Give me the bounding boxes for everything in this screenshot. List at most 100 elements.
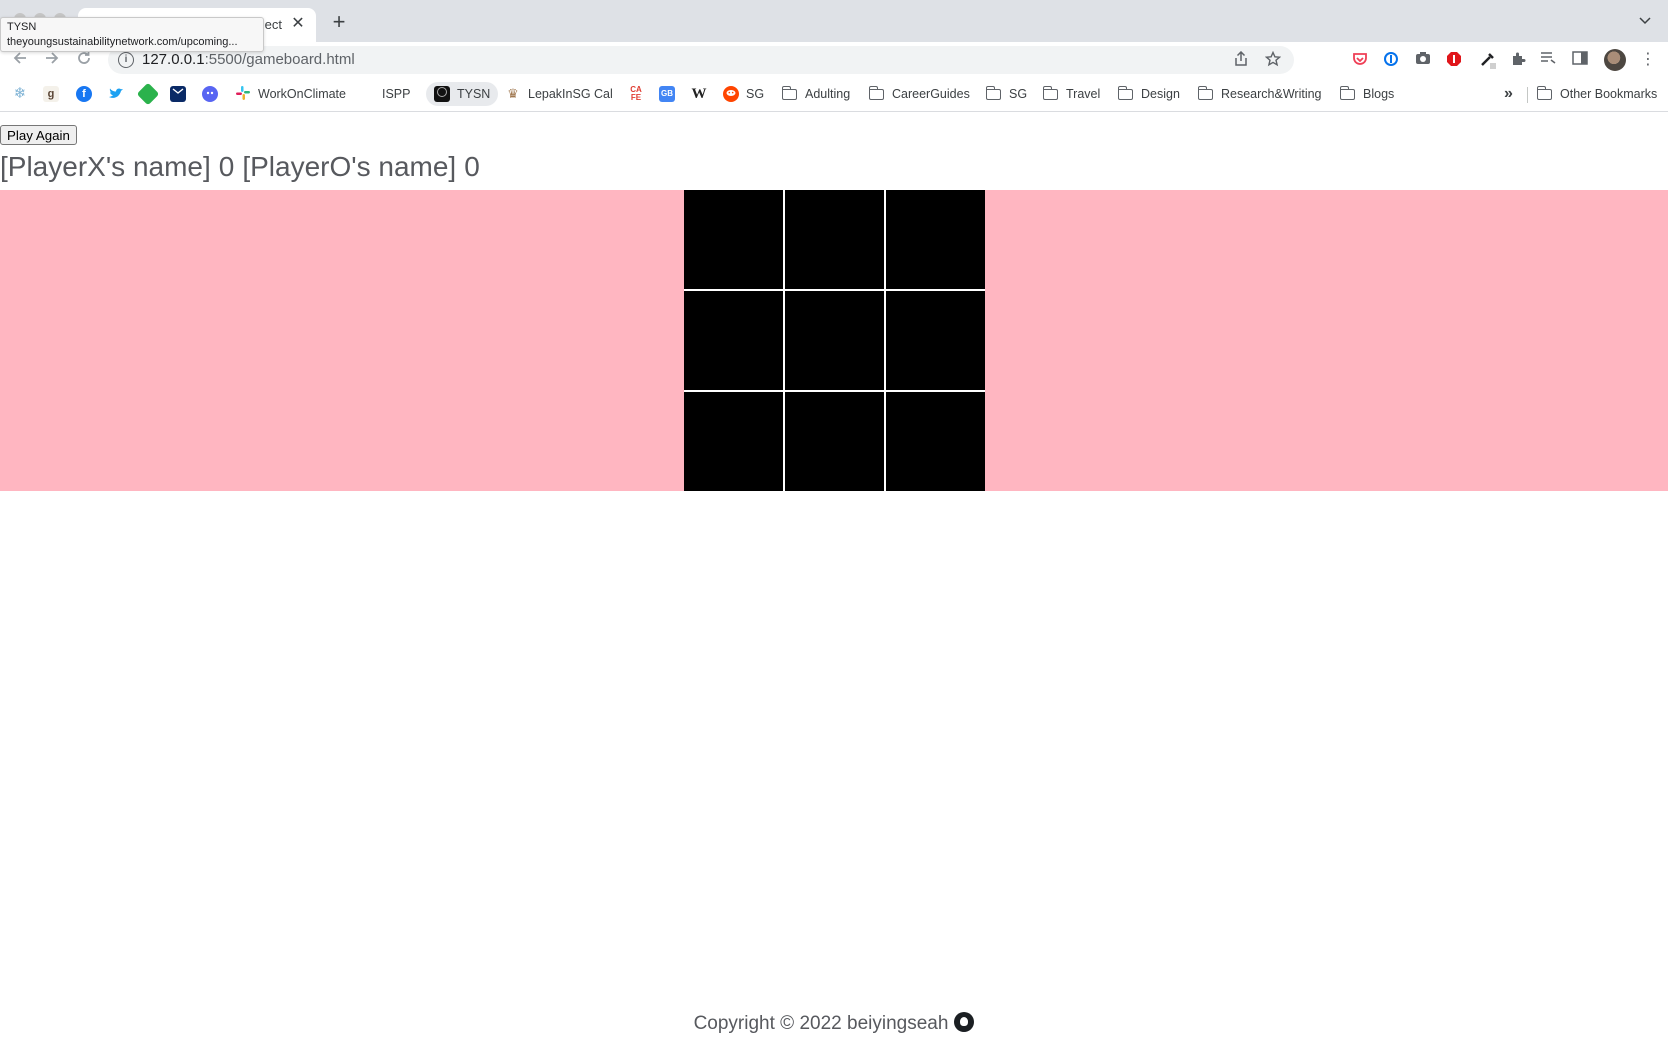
adblock-icon[interactable] bbox=[1444, 51, 1464, 71]
reddit-icon bbox=[723, 86, 739, 102]
board-cell-2[interactable] bbox=[785, 190, 884, 289]
profile-avatar[interactable] bbox=[1604, 49, 1626, 71]
bookmark-label: Other Bookmarks bbox=[1560, 87, 1658, 101]
bookmark-label: CareerGuides bbox=[892, 87, 970, 101]
bookmark-tooltip: TYSN theyoungsustainabilitynetwork.com/u… bbox=[0, 17, 264, 52]
player-o-name: [PlayerO's name] bbox=[242, 151, 457, 182]
player-o-score: 0 bbox=[464, 151, 480, 182]
blank-favicon bbox=[374, 86, 382, 102]
tab-search-chevron-icon[interactable] bbox=[1638, 14, 1652, 28]
color-picker-icon[interactable] bbox=[1478, 51, 1498, 71]
new-tab-icon[interactable]: + bbox=[328, 11, 350, 33]
reading-list-icon[interactable] bbox=[1538, 51, 1558, 71]
tab-close-icon[interactable]: ✕ bbox=[288, 14, 308, 34]
camera-icon[interactable] bbox=[1413, 51, 1433, 71]
board-cell-5[interactable] bbox=[785, 291, 884, 390]
board-cell-1[interactable] bbox=[684, 190, 783, 289]
wikipedia-icon: W bbox=[691, 86, 707, 102]
bookmark-folder-adulting[interactable]: Adulting bbox=[781, 82, 850, 106]
board-cell-7[interactable] bbox=[684, 392, 783, 491]
board-cell-3[interactable] bbox=[886, 190, 985, 289]
pocket-icon[interactable] bbox=[1350, 51, 1370, 71]
bookmark-workonclimate[interactable]: WorkOnClimate bbox=[235, 82, 346, 106]
browser-menu-icon[interactable]: ⋮ bbox=[1640, 50, 1656, 70]
bookmark-folder-sg[interactable]: SG bbox=[985, 82, 1028, 106]
bookmark-lepakinsg[interactable]: ♛ LepakInSG Cal bbox=[505, 82, 613, 106]
mail-icon bbox=[170, 86, 186, 102]
url-text[interactable]: 127.0.0.1:5500/gameboard.html bbox=[142, 51, 355, 68]
folder-icon bbox=[868, 85, 884, 100]
address-bar[interactable]: i 127.0.0.1:5500/gameboard.html bbox=[108, 46, 1294, 74]
bookmark-folder-design[interactable]: Design bbox=[1117, 82, 1180, 106]
bookmark-folder-blogs[interactable]: Blogs bbox=[1339, 82, 1395, 106]
goodreads-icon: g bbox=[43, 86, 59, 102]
side-panel-icon[interactable] bbox=[1570, 51, 1590, 71]
play-again-button[interactable]: Play Again bbox=[0, 125, 77, 145]
folder-icon bbox=[1197, 85, 1213, 100]
discord-icon bbox=[202, 86, 218, 102]
bookmark-star-icon[interactable] bbox=[1264, 50, 1282, 69]
folder-icon bbox=[985, 85, 1001, 100]
bookmark-ispp[interactable]: ISPP bbox=[374, 82, 411, 106]
snowflake-icon: ❄ bbox=[13, 85, 27, 102]
bookmark-label: SG bbox=[746, 87, 765, 101]
scoreboard: [PlayerX's name] 0 [PlayerO's name] 0 bbox=[0, 151, 488, 183]
bookmark-label: SG bbox=[1009, 87, 1028, 101]
github-icon[interactable] bbox=[954, 1012, 975, 1032]
folder-icon bbox=[1536, 85, 1552, 100]
bookmark-snowflake[interactable]: ❄ bbox=[12, 82, 35, 106]
bookmark-gmail-reader[interactable]: GB bbox=[659, 82, 682, 106]
bookmark-other-bookmarks[interactable]: Other Bookmarks bbox=[1536, 82, 1658, 106]
bookmark-folder-research-writing[interactable]: Research&Writing bbox=[1197, 82, 1322, 106]
bookmark-wikipedia[interactable]: W bbox=[691, 82, 714, 106]
bookmark-twitter[interactable] bbox=[108, 82, 131, 106]
extensions-puzzle-icon[interactable] bbox=[1508, 51, 1528, 71]
footer: Copyright © 2022 beiyingseah bbox=[0, 1012, 1668, 1035]
bookmark-label: Blogs bbox=[1363, 87, 1395, 101]
bookmark-feedly[interactable] bbox=[136, 82, 163, 106]
bookmark-folder-careerguides[interactable]: CareerGuides bbox=[868, 82, 970, 106]
share-icon[interactable] bbox=[1232, 50, 1250, 69]
url-path: :5500/gameboard.html bbox=[204, 51, 355, 68]
bookmark-label: ISPP bbox=[382, 87, 411, 101]
board-cell-4[interactable] bbox=[684, 291, 783, 390]
slack-icon bbox=[235, 86, 251, 102]
bookmark-tysn[interactable]: TYSN bbox=[426, 82, 499, 106]
gmail-icon: GB bbox=[659, 86, 675, 102]
bookmarks-bar: ❄ g f WorkOnClimate ISPP TYSN ♛ LepakInS… bbox=[0, 78, 1668, 112]
bookmark-label: TYSN bbox=[457, 87, 491, 101]
site-info-icon[interactable]: i bbox=[118, 52, 134, 68]
folder-icon bbox=[781, 85, 797, 100]
gameboard-container bbox=[0, 190, 1668, 491]
board-cell-6[interactable] bbox=[886, 291, 985, 390]
bookmark-cafe[interactable]: CA FE bbox=[628, 82, 651, 106]
bookmark-discord[interactable] bbox=[202, 82, 225, 106]
lepak-icon: ♛ bbox=[507, 86, 519, 101]
tooltip-title: TYSN bbox=[7, 21, 37, 33]
board-cell-8[interactable] bbox=[785, 392, 884, 491]
tooltip-url: theyoungsustainabilitynetwork.com/upcomi… bbox=[7, 36, 238, 48]
folder-icon bbox=[1339, 85, 1355, 100]
bookmark-reddit-sg[interactable]: SG bbox=[723, 82, 764, 106]
gameboard bbox=[684, 190, 985, 491]
player-x-name: [PlayerX's name] bbox=[0, 151, 211, 182]
bookmarks-overflow-chevron-icon[interactable]: » bbox=[1504, 82, 1513, 106]
url-host: 127.0.0.1 bbox=[142, 51, 205, 68]
feedly-icon bbox=[136, 82, 160, 106]
folder-icon bbox=[1042, 85, 1058, 100]
board-cell-9[interactable] bbox=[886, 392, 985, 491]
cafe-icon: CA FE bbox=[630, 85, 642, 102]
page-content: Play Again [PlayerX's name] 0 [PlayerO's n… bbox=[0, 112, 1668, 1050]
1password-icon[interactable] bbox=[1381, 51, 1401, 71]
bookmark-goodreads[interactable]: g bbox=[43, 82, 66, 106]
bookmark-label: Research&Writing bbox=[1221, 87, 1322, 101]
bookmark-folder-travel[interactable]: Travel bbox=[1042, 82, 1100, 106]
tysn-icon bbox=[434, 86, 450, 102]
bookmark-label: LepakInSG Cal bbox=[528, 87, 613, 101]
player-x-score: 0 bbox=[218, 151, 235, 182]
bookmark-facebook[interactable]: f bbox=[76, 82, 99, 106]
bookmark-mail[interactable] bbox=[170, 82, 193, 106]
bookmarks-divider bbox=[1527, 87, 1528, 103]
bookmark-label: WorkOnClimate bbox=[258, 87, 346, 101]
folder-icon bbox=[1117, 85, 1133, 100]
